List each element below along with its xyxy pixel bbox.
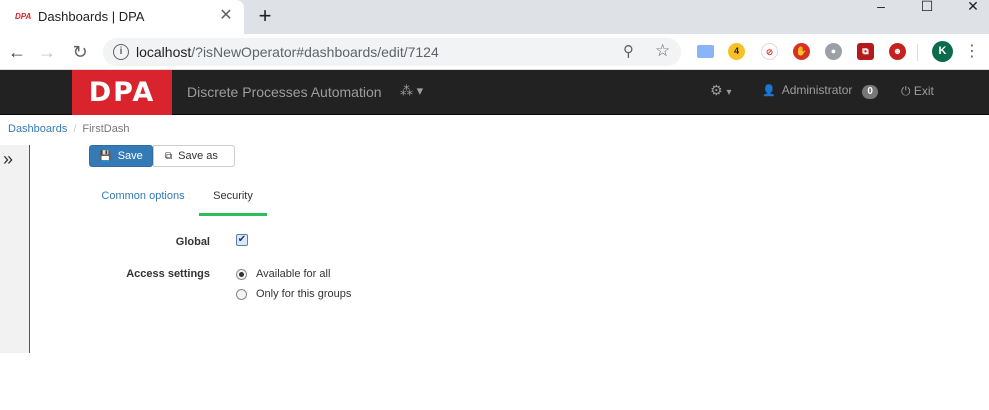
power-icon: ⏻ — [901, 84, 911, 98]
close-icon[interactable]: ✕ — [217, 6, 235, 26]
modules-dropdown[interactable]: ⁂ ▾ — [400, 83, 423, 99]
user-icon: 👤 — [762, 85, 776, 97]
toolbar-divider — [917, 44, 918, 61]
brand-name[interactable]: Discrete Processes Automation — [187, 84, 382, 100]
global-checkbox[interactable]: ✔ — [236, 234, 248, 246]
caret-down-icon: ▾ — [416, 83, 424, 98]
copy-icon: ⧉ — [165, 151, 173, 162]
url-path: /?isNewOperator#dashboards/edit/7124 — [191, 44, 439, 60]
radio-available-for-all[interactable] — [236, 269, 247, 280]
profile-avatar[interactable]: K — [932, 41, 953, 62]
app-navbar: DPA Discrete Processes Automation ⁂ ▾ ⚙ … — [0, 70, 989, 115]
floppy-disk-icon: 💾 — [99, 151, 112, 162]
breadcrumb-dashboards-link[interactable]: Dashboards — [8, 123, 67, 135]
browser-tabstrip: DPA Dashboards | DPA ✕ + – ☐ ✕ — [0, 0, 989, 34]
circle-extension-icon[interactable]: ● — [825, 43, 842, 60]
global-label: Global — [175, 236, 210, 248]
radio-available-for-all-label[interactable]: Available for all — [256, 268, 330, 280]
blocker-extension-icon[interactable]: ⊘ — [761, 43, 778, 60]
breadcrumb: Dashboards / FirstDash — [8, 123, 129, 135]
user-menu[interactable]: 👤 Administrator 0 — [762, 83, 878, 99]
browser-tab[interactable]: DPA Dashboards | DPA ✕ — [0, 0, 244, 34]
reload-icon[interactable]: ↻ — [68, 40, 92, 64]
mail-extension-icon[interactable] — [697, 45, 714, 58]
radio-selected-dot — [239, 272, 244, 277]
browser-toolbar: ← → ↻ i localhost/?isNewOperator#dashboa… — [0, 34, 989, 70]
browser-tab-title: Dashboards | DPA — [38, 9, 145, 24]
more-menu-icon[interactable]: ⋮ — [964, 40, 980, 64]
settings-dropdown[interactable]: ⚙ ▾ — [710, 82, 731, 99]
collapsed-sidebar: » — [0, 145, 30, 353]
minimize-icon[interactable]: – — [858, 0, 904, 14]
user-extension-icon[interactable]: ☻ — [889, 43, 906, 60]
double-chevron-right-icon[interactable]: » — [3, 149, 13, 169]
tab-common-options[interactable]: Common options — [89, 180, 197, 216]
breadcrumb-current: FirstDash — [82, 123, 130, 135]
info-icon[interactable]: i — [113, 44, 129, 60]
dpa-favicon-icon: DPA — [15, 12, 32, 21]
stop-hand-extension-icon[interactable]: ✋ — [793, 43, 810, 60]
notification-badge: 0 — [862, 85, 878, 99]
zoom-magnifier-icon[interactable]: ⚲ — [623, 42, 634, 60]
user-name: Administrator — [781, 83, 853, 97]
exit-link[interactable]: ⏻ Exit — [901, 84, 934, 99]
save-as-button-label: Save as — [178, 150, 218, 162]
exit-label: Exit — [913, 84, 934, 98]
badge-extension-icon[interactable]: 4 — [728, 43, 745, 60]
breadcrumb-separator: / — [73, 123, 77, 135]
save-as-button[interactable]: ⧉ Save as — [153, 145, 235, 167]
modules-icon: ⁂ — [400, 83, 413, 98]
pdf-extension-icon[interactable]: ⧉ — [857, 43, 874, 60]
caret-down-icon: ▾ — [726, 87, 732, 98]
tab-security[interactable]: Security — [199, 180, 267, 216]
access-settings-label: Access settings — [126, 268, 210, 280]
maximize-icon[interactable]: ☐ — [904, 0, 950, 14]
radio-only-for-groups[interactable] — [236, 289, 247, 300]
url-text[interactable]: localhost/?isNewOperator#dashboards/edit… — [136, 44, 439, 60]
save-button[interactable]: 💾 Save — [89, 145, 153, 167]
save-button-label: Save — [117, 150, 143, 162]
bookmark-star-icon[interactable]: ☆ — [655, 41, 670, 61]
forward-arrow-icon[interactable]: → — [35, 40, 59, 64]
new-tab-plus-icon[interactable]: + — [254, 4, 276, 28]
url-host: localhost — [136, 44, 192, 60]
address-bar[interactable]: i localhost/?isNewOperator#dashboards/ed… — [103, 38, 681, 66]
back-arrow-icon[interactable]: ← — [5, 40, 29, 64]
radio-only-for-groups-label[interactable]: Only for this groups — [256, 288, 351, 300]
window-close-icon[interactable]: ✕ — [950, 0, 989, 14]
dpa-logo[interactable]: DPA — [72, 70, 172, 115]
gear-icon: ⚙ — [710, 82, 723, 98]
